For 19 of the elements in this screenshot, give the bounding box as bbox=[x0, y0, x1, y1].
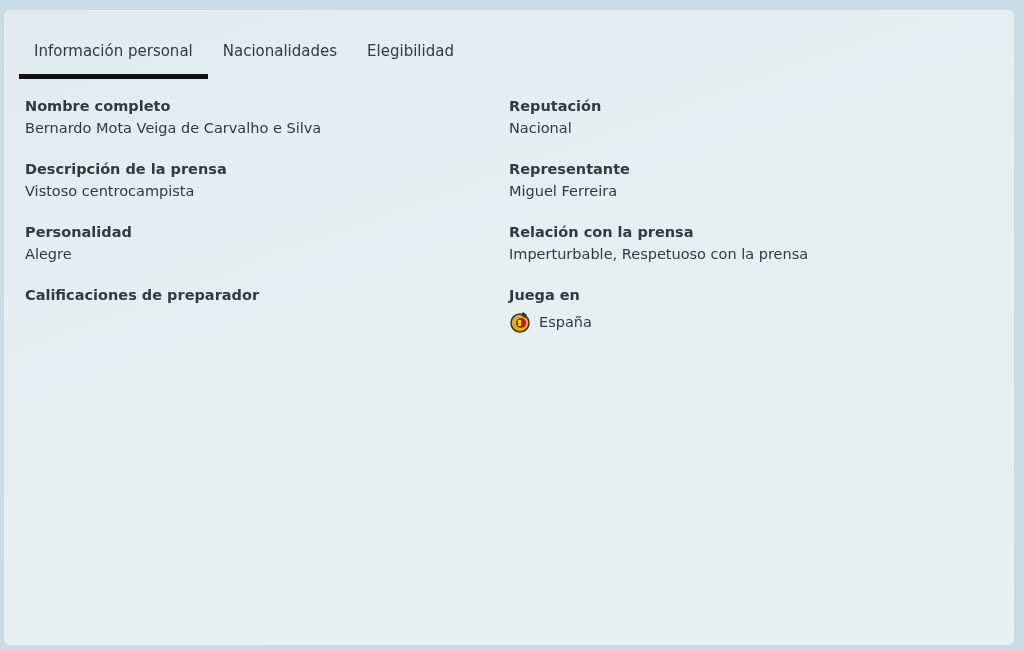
field-label: Relación con la prensa bbox=[509, 222, 695, 242]
field-label: Nombre completo bbox=[25, 96, 172, 116]
field-value: Vistoso centrocampista bbox=[25, 181, 196, 201]
tab[interactable]: Nacionalidades bbox=[207, 40, 353, 79]
field-label: Calificaciones de preparador bbox=[25, 285, 261, 305]
field-value: Miguel Ferreira bbox=[509, 181, 619, 201]
tab[interactable]: Información personal bbox=[19, 40, 208, 79]
field-label: Reputación bbox=[509, 96, 603, 116]
field-value: Bernardo Mota Veiga de Carvalho e Silva bbox=[25, 118, 323, 138]
field-value: Nacional bbox=[509, 118, 573, 138]
field-label: Descripción de la prensa bbox=[25, 159, 228, 179]
tab[interactable]: Elegibilidad bbox=[352, 40, 469, 79]
crest-icon bbox=[509, 309, 531, 334]
field-label: Representante bbox=[509, 159, 631, 179]
field-value: Imperturbable, Respetuoso con la prensa bbox=[509, 244, 810, 264]
field-label: Personalidad bbox=[25, 222, 133, 242]
field-value: Alegre bbox=[25, 244, 73, 264]
club-name[interactable]: España bbox=[539, 310, 592, 333]
field-label: Juega en bbox=[509, 285, 581, 305]
